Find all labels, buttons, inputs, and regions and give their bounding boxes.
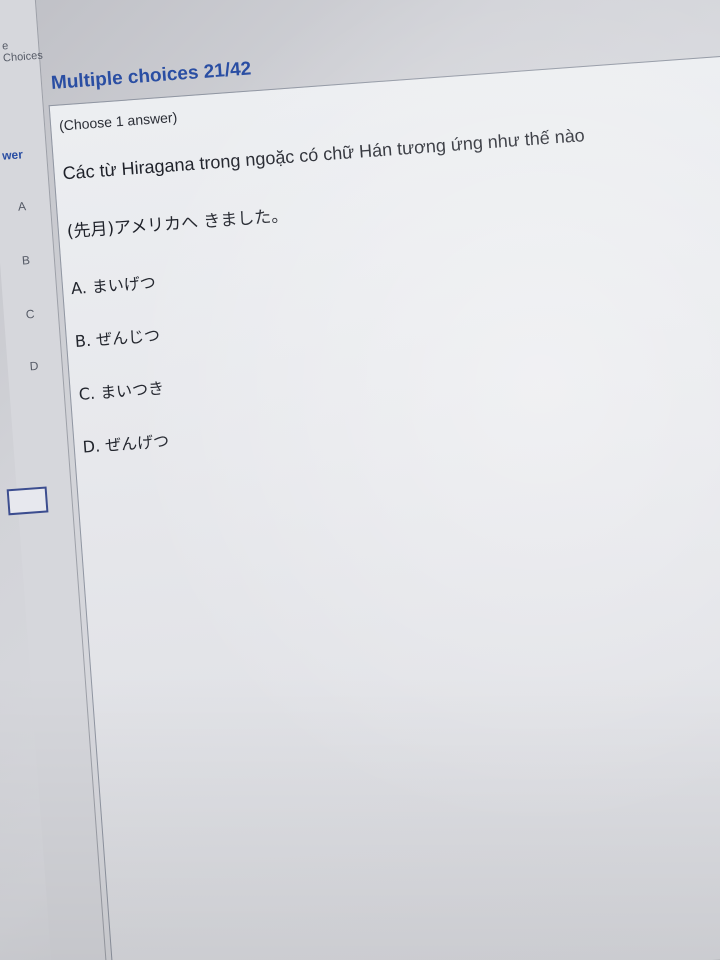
sidebar-answer-box[interactable]	[6, 486, 49, 516]
sidebar-title: e Choices	[1, 40, 44, 65]
answer-option-d[interactable]: D. ぜんげつ	[82, 427, 170, 457]
question-sentence: (先月)アメリカへ きました。	[66, 206, 289, 243]
answer-option-c[interactable]: C. まいつき	[78, 375, 165, 405]
page-title: Multiple choices 21/42	[50, 58, 252, 95]
sidebar-answer-label: wer	[1, 147, 24, 163]
sidebar-option-a[interactable]: A	[17, 199, 26, 214]
question-panel: (Choose 1 answer) Các từ Hiragana trong …	[48, 49, 720, 960]
answer-option-a[interactable]: A. まいげつ	[70, 269, 156, 299]
sidebar-option-b[interactable]: B	[21, 253, 30, 268]
sidebar-option-c[interactable]: C	[25, 307, 35, 322]
sidebar-option-d[interactable]: D	[29, 359, 39, 374]
answer-option-b[interactable]: B. ぜんじつ	[74, 322, 161, 352]
question-text: Các từ Hiragana trong ngoặc có chữ Hán t…	[61, 125, 586, 184]
question-instruction: (Choose 1 answer)	[58, 108, 178, 134]
screen: e Choices wer A B C D Multiple choices 2…	[0, 0, 720, 960]
